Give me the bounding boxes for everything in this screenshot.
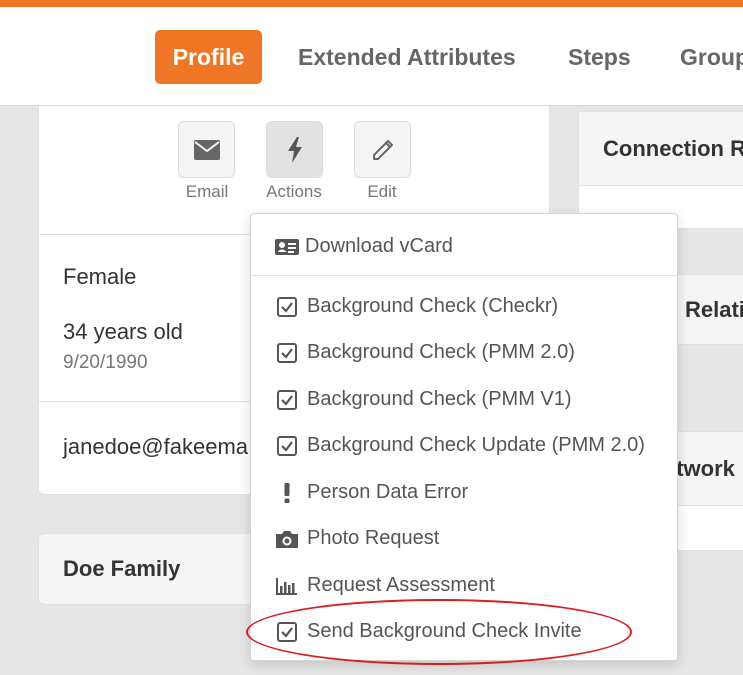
checkbox-icon xyxy=(277,390,297,410)
email-label: Email xyxy=(185,182,229,201)
menu-item-person-data-error[interactable]: Person Data Error xyxy=(251,472,677,512)
menu-item-photo-request[interactable]: Photo Request xyxy=(251,518,677,558)
camera-icon xyxy=(276,531,298,548)
menu-item-download-vcard[interactable]: Download vCard xyxy=(251,226,677,266)
exclamation-icon xyxy=(284,483,290,503)
checkbox-icon xyxy=(277,436,297,456)
email-button[interactable] xyxy=(178,121,235,178)
tab-profile[interactable]: Profile xyxy=(155,30,262,84)
checkbox-icon xyxy=(277,343,297,363)
pencil-icon xyxy=(372,139,393,160)
tab-bar: Profile Extended Attributes Steps Group xyxy=(0,7,743,106)
menu-item-background-check-pmm-2[interactable]: Background Check (PMM 2.0) xyxy=(251,332,677,372)
menu-item-label: Background Check (Checkr) xyxy=(307,295,559,317)
birthdate-text: 9/20/1990 xyxy=(63,352,148,373)
edit-label: Edit xyxy=(367,182,397,201)
checkbox-icon xyxy=(277,297,297,317)
menu-item-label: Photo Request xyxy=(307,527,440,549)
envelope-icon xyxy=(193,139,220,160)
family-name: Doe Family xyxy=(63,556,181,581)
edit-button[interactable] xyxy=(354,121,411,178)
menu-item-label: Background Check (PMM V1) xyxy=(307,388,572,410)
menu-item-label: Background Check Update (PMM 2.0) xyxy=(307,434,645,456)
top-accent-bar xyxy=(0,0,743,7)
vcard-icon xyxy=(275,239,299,255)
highlight-ellipse xyxy=(246,599,632,665)
connection-card-title: Connection R xyxy=(579,112,743,186)
menu-item-background-check-update[interactable]: Background Check Update (PMM 2.0) xyxy=(251,425,677,465)
bar-chart-icon xyxy=(276,578,297,595)
gender-text: Female xyxy=(63,264,137,289)
age-text: 34 years old xyxy=(63,319,183,344)
menu-item-background-check-pmm-v1[interactable]: Background Check (PMM V1) xyxy=(251,379,677,419)
menu-item-label: Request Assessment xyxy=(307,574,495,596)
menu-item-background-check-checkr[interactable]: Background Check (Checkr) xyxy=(251,286,677,326)
actions-button[interactable] xyxy=(266,121,323,178)
actions-label: Actions xyxy=(266,182,322,201)
tab-extended-attributes[interactable]: Extended Attributes xyxy=(298,30,516,84)
lightning-icon xyxy=(287,136,302,163)
connection-card: Connection R xyxy=(578,111,743,229)
email-address[interactable]: janedoe@fakeema xyxy=(63,434,248,460)
tab-steps[interactable]: Steps xyxy=(568,30,631,84)
tab-groups[interactable]: Group xyxy=(680,30,743,84)
menu-item-label: Background Check (PMM 2.0) xyxy=(307,341,575,363)
actions-dropdown-menu: Download vCard Background Check (Checkr)… xyxy=(250,213,678,661)
menu-item-label: Person Data Error xyxy=(307,481,469,503)
menu-divider xyxy=(251,275,677,276)
menu-item-label: Download vCard xyxy=(305,235,453,257)
